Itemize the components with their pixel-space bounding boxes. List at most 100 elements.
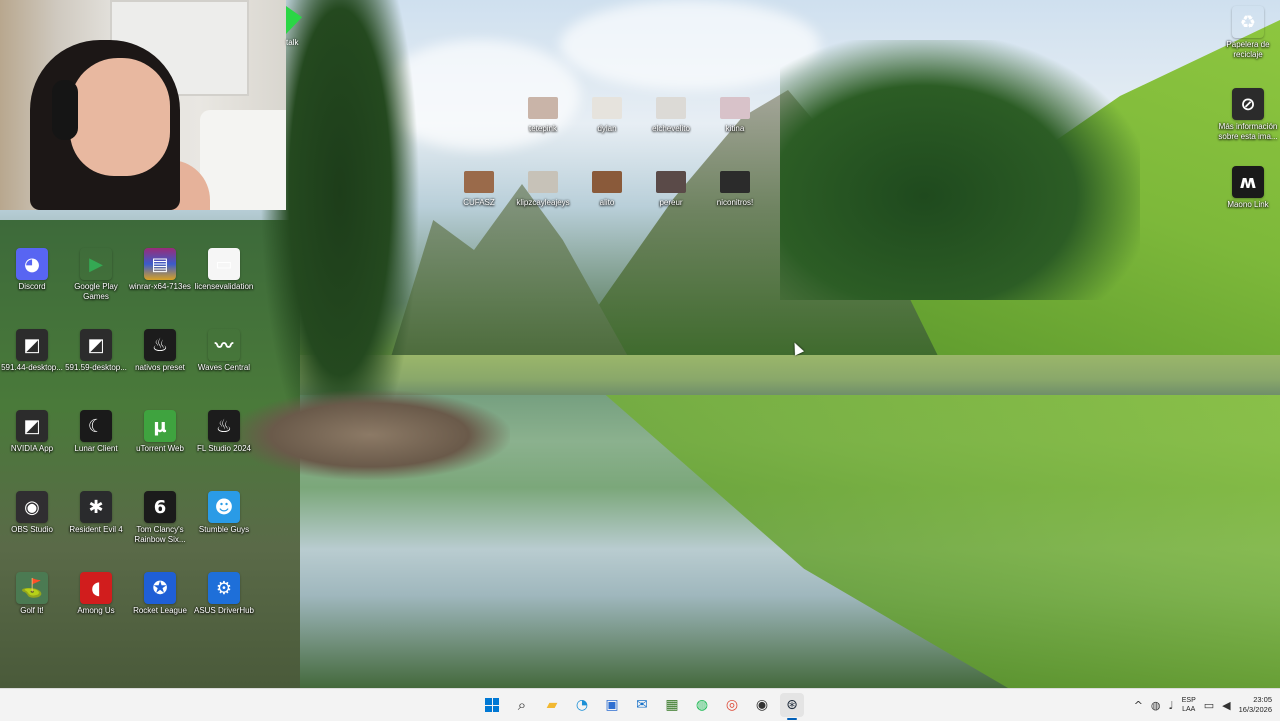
desktop-photo-icon[interactable]: klipzcayleajeys [511, 166, 575, 208]
desktop-icon-label: winrar-x64-713es [129, 282, 191, 291]
desktop-photo-icon[interactable]: CUFASZ [447, 166, 511, 208]
taskbar-button-game-app[interactable]: ▦ [660, 693, 684, 717]
desktop-icon-label: Resident Evil 4 [69, 525, 123, 534]
desktop-icon-label: Más información sobre esta ima... [1218, 122, 1278, 141]
clock[interactable]: 23:05 16/3/2026 [1239, 695, 1272, 715]
desktop-icon-label: dylan [597, 124, 617, 133]
desktop-icon[interactable]: ♨ FL Studio 2024 [192, 410, 256, 454]
document-icon: ▭ [208, 248, 240, 280]
desktop-icon-label: ASUS DriverHub [193, 606, 254, 615]
chevron-up-icon[interactable]: ^ [1134, 699, 1143, 712]
desktop-icon-label: Google Play Games [74, 282, 118, 301]
taskbar-button-obs[interactable]: ◉ [750, 693, 774, 717]
desktop-icon[interactable]: 〰 Waves Central [192, 329, 256, 373]
desktop-icon[interactable]: ⛳ Golf It! [0, 572, 64, 616]
desktop-icon[interactable]: ʍ Maono Link [1216, 166, 1280, 210]
rainbow-six-icon: 6 [144, 491, 176, 523]
resident-evil-icon: ✱ [80, 491, 112, 523]
image-thumbnail-icon [464, 171, 494, 193]
obs-icon: ◉ [16, 491, 48, 523]
winrar-icon: ▤ [144, 248, 176, 280]
desktop-icon-label: pereur [659, 198, 683, 207]
taskbar-button-file-explorer[interactable]: ▰ [540, 693, 564, 717]
taskbar-button-chrome[interactable]: ◎ [720, 693, 744, 717]
desktop-icon[interactable]: ☻ Stumble Guys [192, 491, 256, 535]
taskbar-button-store[interactable]: ▣ [600, 693, 624, 717]
image-thumbnail-icon [720, 171, 750, 193]
image-thumbnail-icon [528, 171, 558, 193]
desktop-icon-label: Golf It! [20, 606, 44, 615]
recycle-bin-icon: ♻ [1232, 6, 1264, 38]
google-play-games-icon: ▶ [80, 248, 112, 280]
desktop-icon-label: klipzcayleajeys [516, 198, 570, 207]
desktop-photo-icon[interactable]: elchevelito [639, 92, 703, 134]
maono-link-icon: ʍ [1232, 166, 1264, 198]
taskbar-button-spotify[interactable]: ◍ [690, 693, 714, 717]
desktop-photo-icon[interactable]: niconitros! [703, 166, 767, 208]
asus-driverhub-icon: ⚙ [208, 572, 240, 604]
language-indicator[interactable]: ESP LAA [1182, 696, 1196, 714]
desktop-photo-icon[interactable]: dylan [575, 92, 639, 134]
taskbar-button-outlook[interactable]: ✉ [630, 693, 654, 717]
forest [780, 40, 1140, 300]
image-thumbnail-icon [592, 171, 622, 193]
steam-icon: ⊛ [786, 697, 798, 713]
desktop-icon[interactable]: ▭ licensevalidation [192, 248, 256, 292]
network-icon[interactable]: ◍ [1151, 699, 1161, 712]
desktop-icon-label: nativos preset [135, 363, 185, 372]
desktop-icon[interactable]: ⚙ ASUS DriverHub [192, 572, 256, 616]
desktop-photo-icon[interactable]: pereur [639, 166, 703, 208]
desktop-icon-label: Lunar Client [74, 444, 118, 453]
desktop-icon[interactable]: ▤ winrar-x64-713es [128, 248, 192, 292]
microphone-icon[interactable]: ♩ [1169, 699, 1174, 712]
desktop-icon-label: CUFASZ [463, 198, 495, 207]
desktop-icon[interactable]: ✪ Rocket League [128, 572, 192, 616]
shoreline [300, 355, 1280, 395]
discord-icon: ◕ [16, 248, 48, 280]
display-icon[interactable]: ▭ [1204, 699, 1214, 712]
desktop-icon[interactable]: ♻ Papelera de reciclaje [1216, 6, 1280, 60]
waves-icon: 〰 [208, 329, 240, 361]
desktop-icon-label: kitina [725, 124, 745, 133]
webcam-bed [200, 110, 286, 210]
taskbar-apps: ⌕ ▰ ◔ ▣ ✉ ▦ ◍ ◎ ◉ ⊛ [480, 689, 804, 721]
desktop-icon[interactable]: ◩ 591.44-desktop... [0, 329, 64, 373]
desktop-photo-icon[interactable]: alito [575, 166, 639, 208]
utorrent-icon: µ [144, 410, 176, 442]
desktop-photo-icon[interactable]: kitina [703, 92, 767, 134]
desktop-icon[interactable]: ✱ Resident Evil 4 [64, 491, 128, 535]
desktop-icon[interactable]: ◖ Among Us [64, 572, 128, 616]
taskbar-button-start[interactable] [480, 693, 504, 717]
webcam-person-face [70, 58, 170, 176]
desktop-icon[interactable]: ⊘ Más información sobre esta ima... [1216, 88, 1280, 142]
desktop-icon[interactable]: ◩ NVIDIA App [0, 410, 64, 454]
clock-time: 23:05 [1253, 695, 1272, 704]
system-tray: ^ ◍ ♩ ESP LAA ▭ ◀ 23:05 16/3/2026 [1134, 689, 1272, 721]
desktop-icon-label: 591.44-desktop... [1, 363, 63, 372]
desktop-icon[interactable]: ♨ nativos preset [128, 329, 192, 373]
desktop-icon-label: 591.59-desktop... [65, 363, 127, 372]
desktop-photo-icon[interactable]: tetepink [511, 92, 575, 134]
taskbar-button-edge[interactable]: ◔ [570, 693, 594, 717]
nvidia-installer-icon: ◩ [80, 329, 112, 361]
desktop-icon[interactable]: ▶ Google Play Games [64, 248, 128, 302]
desktop-icon[interactable]: µ uTorrent Web [128, 410, 192, 454]
desktop-icon[interactable]: ◕ Discord [0, 248, 64, 292]
taskbar: ⌕ ▰ ◔ ▣ ✉ ▦ ◍ ◎ ◉ ⊛ ^ ◍ ♩ ESP LAA ▭ ◀ 23:05 16/3/… [0, 688, 1280, 721]
webcam-overlay [0, 0, 286, 210]
stumble-guys-icon: ☻ [208, 491, 240, 523]
desktop-icon-label: Among Us [77, 606, 115, 615]
desktop-icon-label: Tom Clancy's Rainbow Six... [134, 525, 186, 544]
desktop-icon[interactable]: ◉ OBS Studio [0, 491, 64, 535]
taskbar-button-steam[interactable]: ⊛ [780, 693, 804, 720]
nvidia-installer-icon: ◩ [16, 329, 48, 361]
fl-studio-icon: ♨ [144, 329, 176, 361]
desktop-icon-label: alito [599, 198, 615, 207]
desktop-icon-label: tetepink [528, 124, 558, 133]
desktop-icon[interactable]: ☾ Lunar Client [64, 410, 128, 454]
taskbar-button-search[interactable]: ⌕ [510, 693, 534, 717]
desktop-icon[interactable]: 6 Tom Clancy's Rainbow Six... [128, 491, 192, 545]
volume-icon[interactable]: ◀ [1222, 699, 1230, 712]
desktop-icon[interactable]: ◩ 591.59-desktop... [64, 329, 128, 373]
fl-studio-icon: ♨ [208, 410, 240, 442]
